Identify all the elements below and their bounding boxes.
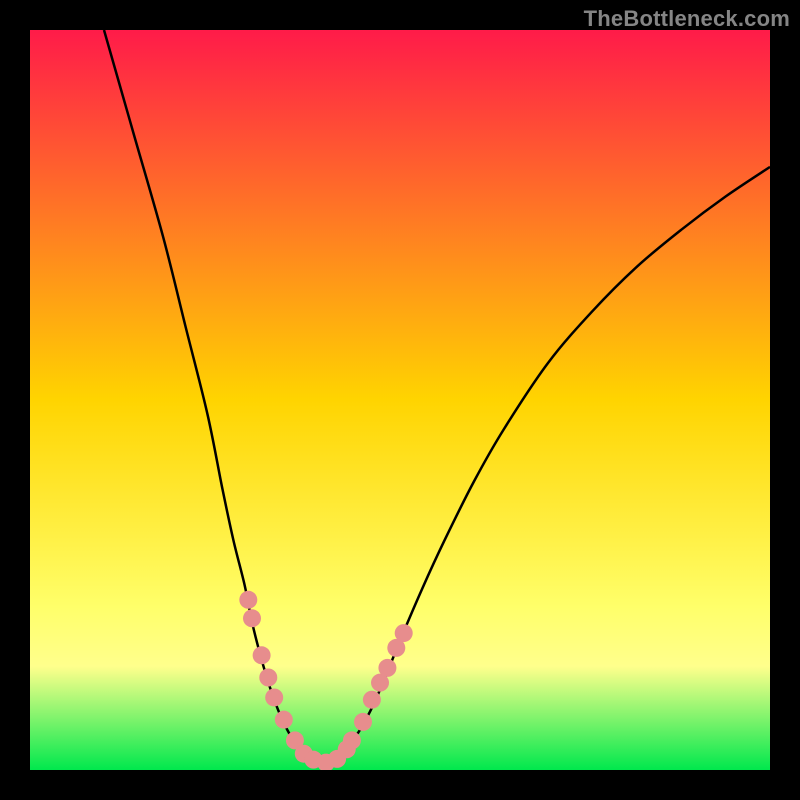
data-marker [378,659,396,677]
data-marker [395,624,413,642]
watermark-text: TheBottleneck.com [584,6,790,32]
data-marker [354,713,372,731]
data-marker [275,711,293,729]
gradient-background [30,30,770,770]
data-marker [253,646,271,664]
outer-frame: TheBottleneck.com [0,0,800,800]
chart-svg [30,30,770,770]
data-marker [259,669,277,687]
data-marker [265,688,283,706]
data-marker [239,591,257,609]
plot-area [30,30,770,770]
data-marker [343,731,361,749]
data-marker [363,691,381,709]
data-marker [243,609,261,627]
